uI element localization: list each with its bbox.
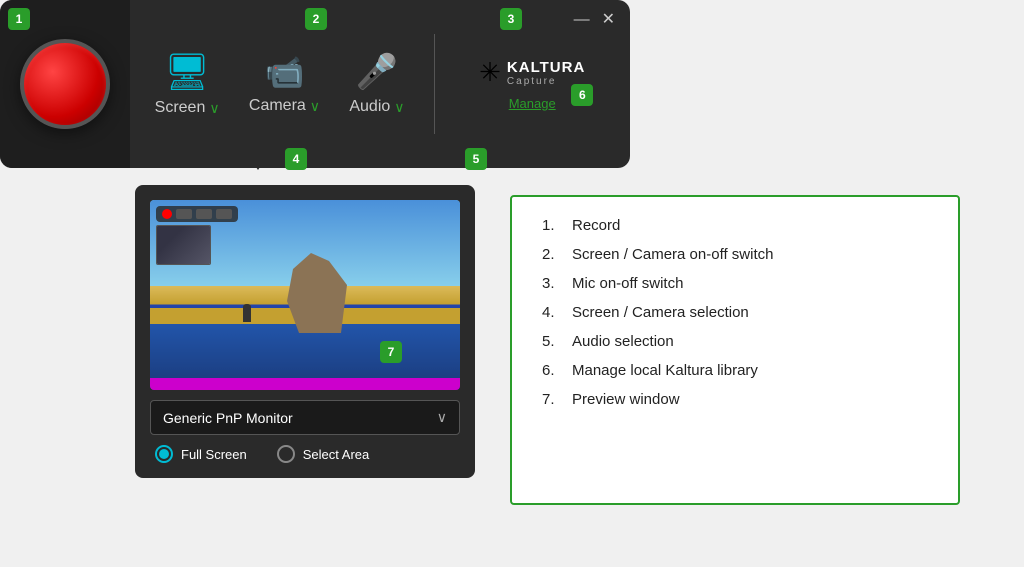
- camera-icon: 📹: [265, 53, 305, 91]
- manage-link[interactable]: Manage: [509, 96, 556, 111]
- toolbar-controls: 🖥 Screen ∨ 📹 Camera ∨ 🎤 Audio ∨: [130, 0, 610, 168]
- kaltura-section: ✳ KALTURA Capture 6 Manage: [464, 57, 585, 111]
- info-num-2: 2.: [542, 246, 562, 263]
- full-screen-option[interactable]: Full Screen: [155, 445, 247, 463]
- screen-options: Full Screen Select Area: [150, 445, 460, 463]
- audio-label-wrap: Audio ∨: [349, 98, 404, 116]
- preview-window: [150, 200, 460, 390]
- toolbar-divider: [434, 34, 435, 134]
- info-num-3: 3.: [542, 275, 562, 292]
- badge-6: 6: [571, 84, 593, 106]
- mini-toolbar: [156, 206, 238, 222]
- monitor-chevron: ∨: [437, 409, 447, 426]
- badge-1: 1: [8, 8, 30, 30]
- preview-figure: [243, 304, 251, 322]
- audio-icon: 🎤: [356, 52, 398, 92]
- mini-preview-thumb: [156, 225, 211, 265]
- camera-label: Camera: [249, 97, 306, 115]
- info-text-3: Mic on-off switch: [572, 275, 683, 292]
- info-text-7: Preview window: [572, 391, 680, 408]
- mini-btn-3: [216, 209, 232, 219]
- badge-3: 3: [500, 8, 522, 30]
- select-area-label: Select Area: [303, 447, 370, 462]
- info-item-2: 2. Screen / Camera on-off switch: [542, 246, 928, 263]
- full-screen-radio[interactable]: [155, 445, 173, 463]
- screen-label: Screen: [155, 99, 206, 117]
- mini-preview-inner: [157, 226, 210, 264]
- info-item-7: 7. Preview window: [542, 391, 928, 408]
- select-area-option[interactable]: Select Area: [277, 445, 370, 463]
- badge-5: 5: [465, 148, 487, 170]
- info-text-1: Record: [572, 217, 620, 234]
- kaltura-logo: ✳ KALTURA Capture: [479, 57, 585, 88]
- mini-btn-1: [176, 209, 192, 219]
- info-num-1: 1.: [542, 217, 562, 234]
- info-item-5: 5. Audio selection: [542, 333, 928, 350]
- audio-label: Audio: [349, 98, 390, 116]
- minimize-button[interactable]: —: [574, 12, 590, 28]
- info-item-3: 3. Mic on-off switch: [542, 275, 928, 292]
- window-controls: — ✕: [574, 12, 615, 28]
- mini-record-dot: [162, 209, 172, 219]
- badge-7: 7: [380, 341, 402, 363]
- full-screen-label: Full Screen: [181, 447, 247, 462]
- select-area-radio[interactable]: [277, 445, 295, 463]
- monitor-label: Generic PnP Monitor: [163, 410, 293, 426]
- badge-4: 4: [285, 148, 307, 170]
- screen-dropdown-panel: 7 Generic PnP Monitor ∨ Full Screen Sele…: [135, 185, 475, 478]
- badge-2: 2: [305, 8, 327, 30]
- mini-btn-2: [196, 209, 212, 219]
- camera-label-wrap: Camera ∨: [249, 97, 320, 115]
- audio-chevron: ∨: [394, 99, 404, 116]
- info-box: 1. Record 2. Screen / Camera on-off swit…: [510, 195, 960, 505]
- info-text-4: Screen / Camera selection: [572, 304, 749, 321]
- screen-control[interactable]: 🖥 Screen ∨: [155, 51, 220, 117]
- info-item-1: 1. Record: [542, 217, 928, 234]
- info-text-2: Screen / Camera on-off switch: [572, 246, 773, 263]
- preview-bottom-bar: [150, 378, 460, 390]
- full-screen-radio-dot: [159, 449, 169, 459]
- screen-icon: 🖥: [164, 51, 210, 93]
- record-button[interactable]: [20, 39, 110, 129]
- info-text-5: Audio selection: [572, 333, 674, 350]
- kaltura-icon: ✳: [479, 57, 501, 88]
- info-num-5: 5.: [542, 333, 562, 350]
- info-item-6: 6. Manage local Kaltura library: [542, 362, 928, 379]
- close-button[interactable]: ✕: [602, 12, 615, 28]
- info-item-4: 4. Screen / Camera selection: [542, 304, 928, 321]
- audio-control[interactable]: 🎤 Audio ∨: [349, 52, 404, 116]
- kaltura-title: KALTURA: [507, 59, 585, 76]
- info-num-6: 6.: [542, 362, 562, 379]
- info-num-4: 4.: [542, 304, 562, 321]
- monitor-select[interactable]: Generic PnP Monitor ∨: [150, 400, 460, 435]
- camera-control[interactable]: 📹 Camera ∨: [249, 53, 320, 115]
- info-text-6: Manage local Kaltura library: [572, 362, 758, 379]
- screen-chevron: ∨: [209, 100, 219, 117]
- camera-chevron: ∨: [310, 98, 320, 115]
- screen-label-wrap: Screen ∨: [155, 99, 220, 117]
- info-num-7: 7.: [542, 391, 562, 408]
